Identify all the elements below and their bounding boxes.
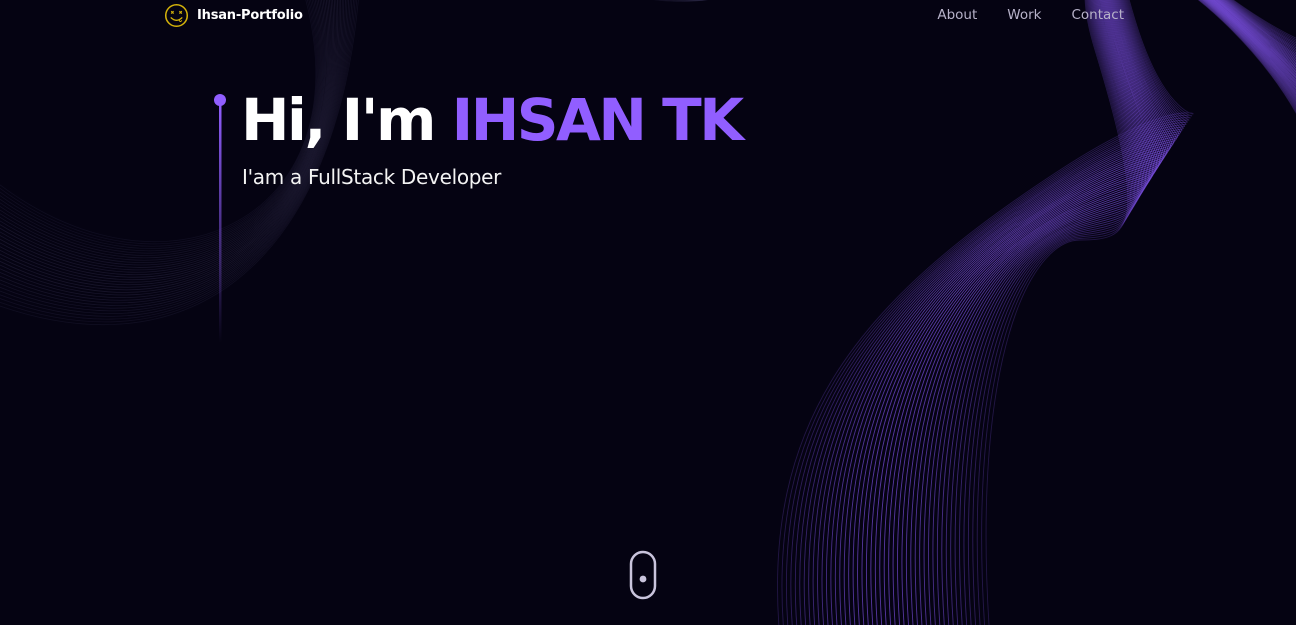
hero-subtitle: I'am a FullStack Developer [242,165,502,189]
brand-link[interactable]: Ihsan-Portfolio [164,3,303,28]
right-wave-line [803,0,1296,625]
nav-link-about[interactable]: About [937,7,977,23]
nav-link-contact[interactable]: Contact [1071,7,1124,23]
navbar: Ihsan-Portfolio About Work Contact [0,0,1296,32]
right-wave-line [799,0,1296,625]
smiley-logo-icon [164,3,189,28]
mouse-scroll-icon[interactable] [629,550,657,600]
right-wave-line [861,0,1296,625]
right-wave-line [941,0,1296,625]
right-wave-line [888,0,1296,625]
page-root: Ihsan-Portfolio About Work Contact Hi, I… [0,0,1296,625]
right-wave-line [830,0,1296,625]
hero-title: Hi, I'm IHSAN TK [241,82,745,158]
nav-link-work[interactable]: Work [1007,7,1041,23]
right-wave-line [852,0,1296,625]
right-wave-line [892,0,1296,625]
accent-line [214,94,226,343]
hero-name: IHSAN TK [451,86,745,154]
right-wave-line [874,0,1296,625]
left-wave-line [0,0,359,325]
right-wave-line [901,0,1296,625]
right-wave-line [839,0,1296,625]
nav-links: About Work Contact [937,7,1124,23]
right-wave-line [790,0,1296,625]
right-wave-lines [777,0,1296,625]
brand-name: Ihsan-Portfolio [197,8,303,23]
hero-greeting: Hi, I'm [241,86,452,154]
right-wave-line [870,0,1296,625]
right-wave-line [808,0,1296,625]
right-wave-line [981,0,1296,625]
right-wave-line [826,0,1296,625]
right-wave-line [777,0,1296,625]
right-wave-line [897,0,1296,625]
left-wave-lines [0,0,709,325]
right-wave-line [963,0,1296,625]
right-wave-line [794,0,1296,625]
